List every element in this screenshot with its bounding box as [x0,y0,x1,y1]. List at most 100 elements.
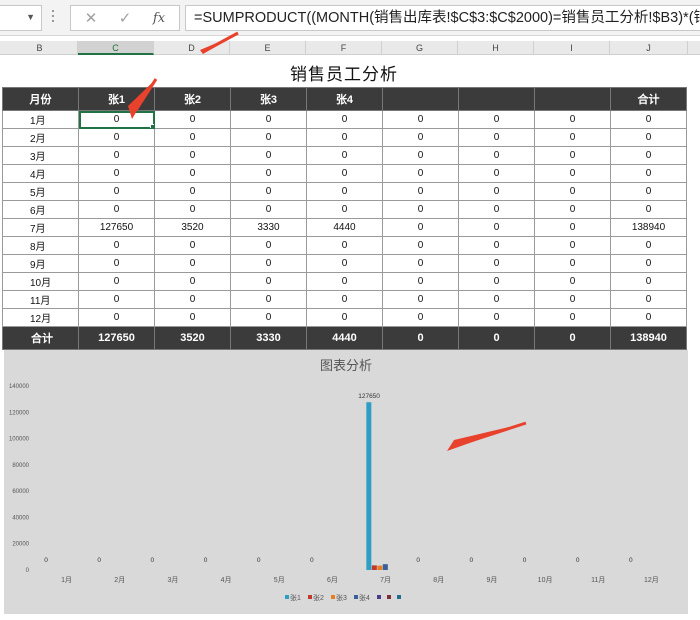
total-cell[interactable]: 4440 [306,326,383,350]
value-cell[interactable]: 0 [306,236,383,255]
value-cell[interactable]: 0 [78,308,155,327]
value-cell[interactable]: 0 [610,200,687,219]
value-cell[interactable]: 3330 [230,218,307,237]
value-cell[interactable]: 0 [230,164,307,183]
value-cell[interactable]: 0 [154,164,231,183]
value-cell[interactable]: 0 [230,308,307,327]
chart-area[interactable]: 图表分析 0 20000 40000 60000 80000 100000 120000 140… [4,350,688,614]
value-cell[interactable]: 0 [458,272,535,291]
value-cell[interactable]: 0 [78,146,155,165]
value-cell[interactable]: 0 [534,146,611,165]
total-cell[interactable]: 0 [534,326,611,350]
value-cell[interactable]: 0 [78,128,155,147]
value-cell[interactable]: 0 [154,290,231,309]
month-cell[interactable]: 11月 [2,290,79,309]
value-cell[interactable]: 0 [78,290,155,309]
month-cell[interactable]: 9月 [2,254,79,273]
table-header-cell[interactable] [534,87,611,111]
value-cell[interactable]: 0 [382,308,459,327]
value-cell[interactable]: 0 [306,272,383,291]
value-cell[interactable]: 0 [534,272,611,291]
value-cell[interactable]: 0 [382,290,459,309]
value-cell[interactable]: 4440 [306,218,383,237]
value-cell[interactable]: 0 [154,128,231,147]
value-cell[interactable]: 0 [534,164,611,183]
value-cell[interactable]: 0 [610,254,687,273]
value-cell[interactable]: 0 [230,236,307,255]
total-cell[interactable]: 138940 [610,326,687,350]
table-header-cell[interactable] [382,87,459,111]
value-cell[interactable]: 0 [78,200,155,219]
value-cell[interactable]: 0 [154,308,231,327]
value-cell[interactable]: 0 [154,254,231,273]
value-cell[interactable]: 0 [458,236,535,255]
value-cell[interactable]: 0 [230,272,307,291]
value-cell[interactable]: 0 [78,254,155,273]
value-cell[interactable]: 0 [306,128,383,147]
value-cell[interactable]: 0 [230,200,307,219]
drag-handle-icon[interactable] [51,10,55,28]
value-cell[interactable]: 0 [306,200,383,219]
value-cell[interactable]: 0 [610,146,687,165]
value-cell[interactable]: 0 [534,182,611,201]
value-cell[interactable]: 0 [78,182,155,201]
table-header-cell[interactable] [458,87,535,111]
value-cell[interactable]: 0 [458,218,535,237]
column-header-i[interactable]: I [534,41,610,55]
value-cell[interactable]: 0 [382,272,459,291]
column-header-h[interactable]: H [458,41,534,55]
value-cell[interactable]: 0 [306,254,383,273]
enter-icon[interactable]: ✓ [113,9,137,29]
value-cell[interactable]: 0 [230,146,307,165]
value-cell[interactable]: 0 [230,254,307,273]
month-cell[interactable]: 4月 [2,164,79,183]
table-header-cell[interactable]: 合计 [610,87,687,111]
month-cell[interactable]: 6月 [2,200,79,219]
column-header-c[interactable]: C [78,41,154,55]
value-cell[interactable]: 0 [78,164,155,183]
column-header-f[interactable]: F [306,41,382,55]
cancel-icon[interactable]: ✕ [79,9,103,29]
value-cell[interactable]: 0 [154,236,231,255]
value-cell[interactable]: 0 [458,254,535,273]
name-box[interactable]: ▼ [0,5,42,31]
value-cell[interactable]: 0 [534,254,611,273]
value-cell[interactable]: 0 [534,308,611,327]
month-cell[interactable]: 10月 [2,272,79,291]
value-cell[interactable]: 0 [154,146,231,165]
value-cell[interactable]: 0 [534,290,611,309]
value-cell[interactable]: 0 [154,200,231,219]
value-cell[interactable]: 0 [154,110,231,129]
value-cell[interactable]: 0 [230,182,307,201]
value-cell[interactable]: 138940 [610,218,687,237]
value-cell[interactable]: 0 [306,164,383,183]
value-cell[interactable]: 0 [154,272,231,291]
table-header-cell[interactable]: 月份 [2,87,79,111]
month-cell[interactable]: 3月 [2,146,79,165]
month-cell[interactable]: 12月 [2,308,79,327]
value-cell[interactable]: 0 [610,110,687,129]
value-cell[interactable]: 0 [382,200,459,219]
value-cell[interactable]: 0 [230,110,307,129]
table-header-cell[interactable]: 张1 [78,87,155,111]
value-cell[interactable]: 0 [306,182,383,201]
total-cell[interactable]: 0 [382,326,459,350]
value-cell[interactable]: 0 [154,182,231,201]
value-cell[interactable]: 0 [458,164,535,183]
value-cell[interactable]: 0 [306,308,383,327]
value-cell[interactable]: 0 [534,236,611,255]
total-cell[interactable]: 127650 [78,326,155,350]
column-header-e[interactable]: E [230,41,306,55]
value-cell[interactable]: 0 [382,218,459,237]
total-cell[interactable]: 0 [458,326,535,350]
value-cell[interactable]: 0 [382,164,459,183]
value-cell[interactable]: 127650 [78,218,155,237]
value-cell[interactable]: 0 [230,290,307,309]
total-label-cell[interactable]: 合计 [2,326,79,350]
value-cell[interactable]: 0 [382,110,459,129]
value-cell[interactable]: 0 [306,110,383,129]
value-cell[interactable]: 0 [610,236,687,255]
month-cell[interactable]: 7月 [2,218,79,237]
value-cell[interactable]: 0 [458,146,535,165]
total-cell[interactable]: 3520 [154,326,231,350]
